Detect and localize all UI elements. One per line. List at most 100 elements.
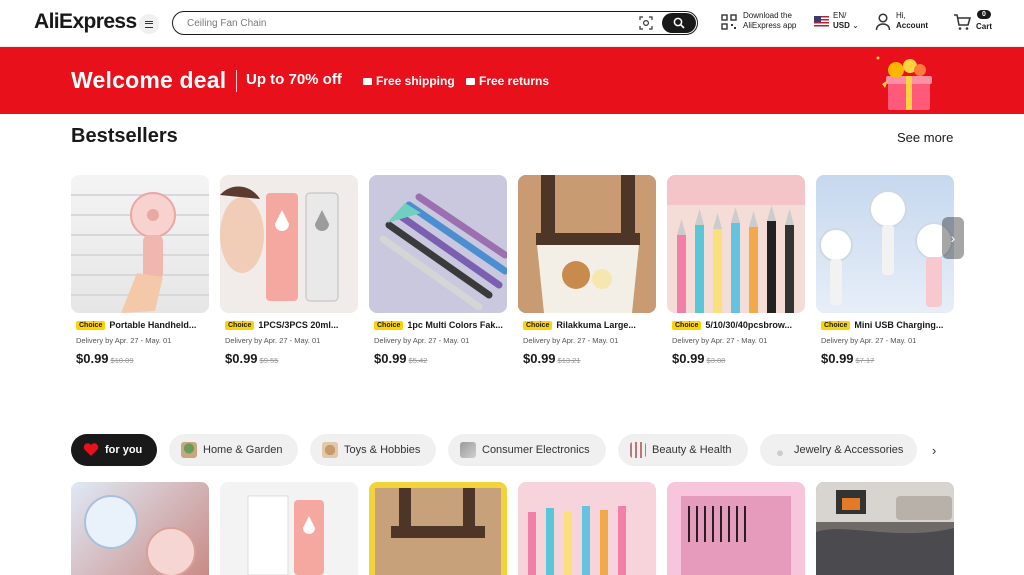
product-title[interactable]: Choice Rilakkuma Large... bbox=[523, 320, 653, 330]
us-flag-icon bbox=[814, 16, 829, 27]
tab-label: Toys & Hobbies bbox=[344, 444, 421, 456]
delivery-estimate: Delivery by Apr. 27 - May. 01 bbox=[374, 336, 470, 345]
product-card[interactable]: Choice 1pc Multi Colors Fak... Delivery b… bbox=[369, 175, 507, 366]
bestsellers-title: Bestsellers bbox=[71, 125, 178, 147]
electronics-icon bbox=[460, 442, 476, 458]
banner-title: Welcome deal bbox=[71, 67, 227, 93]
tab-consumer-electronics[interactable]: Consumer Electronics bbox=[448, 434, 606, 466]
current-price: $0.99 bbox=[76, 351, 109, 366]
tab-label: Jewelry & Accessories bbox=[794, 444, 904, 456]
cart-count-badge: 0 bbox=[977, 10, 991, 19]
product-price: $0.99 $3.88 bbox=[672, 351, 725, 366]
product-title[interactable]: Choice Mini USB Charging... bbox=[821, 320, 951, 330]
product-image[interactable] bbox=[667, 175, 805, 313]
free-returns-label: Free returns bbox=[479, 74, 550, 88]
product-card[interactable]: Choice Mini USB Charging... Delivery by A… bbox=[816, 175, 954, 366]
welcome-deal-banner[interactable]: Welcome deal Up to 70% off Free shipping… bbox=[0, 47, 1024, 114]
cart-icon[interactable] bbox=[953, 13, 971, 31]
top-header: AliExpress Download the AliExpress app E… bbox=[0, 0, 1024, 47]
tab-home-garden[interactable]: Home & Garden bbox=[169, 434, 298, 466]
menu-icon[interactable] bbox=[139, 14, 159, 34]
qr-code-icon[interactable] bbox=[721, 14, 737, 30]
search-bar bbox=[172, 11, 698, 35]
tabs-next-arrow-icon[interactable]: › bbox=[932, 443, 936, 458]
tab-for-you[interactable]: for you bbox=[71, 434, 157, 466]
tab-label: Home & Garden bbox=[203, 444, 283, 456]
product-image[interactable] bbox=[71, 175, 209, 313]
choice-badge: Choice bbox=[672, 320, 702, 330]
image-search-icon[interactable] bbox=[639, 16, 653, 30]
product-price: $0.99 $10.09 bbox=[76, 351, 134, 366]
handheld-fan-image bbox=[71, 192, 209, 313]
product-card[interactable]: Choice Rilakkuma Large... Delivery by Apr… bbox=[518, 175, 656, 366]
choice-badge: Choice bbox=[821, 320, 851, 330]
grid-product-image[interactable] bbox=[518, 482, 656, 575]
free-shipping-label: Free shipping bbox=[376, 74, 455, 88]
search-input[interactable] bbox=[187, 15, 627, 31]
choice-badge: Choice bbox=[374, 320, 404, 330]
account-greeting: Hi, bbox=[896, 11, 906, 20]
product-image[interactable] bbox=[369, 175, 507, 313]
app-line-1: Download the bbox=[743, 11, 792, 20]
delivery-estimate: Delivery by Apr. 27 - May. 01 bbox=[225, 336, 321, 345]
product-price: $0.99 $5.42 bbox=[374, 351, 427, 366]
original-price: $10.09 bbox=[110, 356, 134, 365]
product-card[interactable]: Choice Portable Handheld... Delivery by A… bbox=[71, 175, 209, 366]
original-price: $5.42 bbox=[408, 356, 428, 365]
tab-beauty-health[interactable]: Beauty & Health bbox=[618, 434, 748, 466]
product-image[interactable] bbox=[518, 175, 656, 313]
original-price: $3.88 bbox=[706, 356, 726, 365]
product-title[interactable]: Choice 5/10/30/40pcsbrow... bbox=[672, 320, 802, 330]
current-price: $0.99 bbox=[672, 351, 705, 366]
carousel-next-button[interactable]: › bbox=[942, 217, 964, 259]
grid-product-image[interactable] bbox=[667, 482, 805, 575]
search-button[interactable] bbox=[662, 13, 696, 33]
rilakkuma-bag-image bbox=[518, 175, 656, 313]
choice-badge: Choice bbox=[225, 320, 255, 330]
product-image[interactable] bbox=[220, 175, 358, 313]
brow-razors-image bbox=[667, 175, 805, 313]
product-name: 5/10/30/40pcsbrow... bbox=[705, 320, 793, 330]
nano-mister-image bbox=[220, 186, 339, 302]
cart-label[interactable]: Cart bbox=[976, 22, 992, 31]
current-price: $0.99 bbox=[374, 351, 407, 366]
necklace-icon bbox=[772, 442, 788, 458]
tab-label: Consumer Electronics bbox=[482, 444, 590, 456]
bag-product-image bbox=[375, 488, 501, 575]
product-title[interactable]: Choice 1pc Multi Colors Fak... bbox=[374, 320, 504, 330]
tab-toys-hobbies[interactable]: Toys & Hobbies bbox=[310, 434, 436, 466]
user-icon[interactable] bbox=[875, 13, 891, 31]
product-card[interactable]: Choice 1PCS/3PCS 20ml... Delivery by Apr.… bbox=[220, 175, 358, 366]
delivery-estimate: Delivery by Apr. 27 - May. 01 bbox=[523, 336, 619, 345]
grid-product-image[interactable] bbox=[369, 482, 507, 575]
grid-product-image[interactable] bbox=[71, 482, 209, 575]
current-price: $0.99 bbox=[821, 351, 854, 366]
language-currency-selector[interactable]: EN/ USD ⌄ bbox=[833, 11, 859, 31]
tab-label: for you bbox=[105, 444, 143, 456]
aliexpress-logo[interactable]: AliExpress bbox=[34, 10, 137, 34]
delivery-estimate: Delivery by Apr. 27 - May. 01 bbox=[76, 336, 172, 345]
tab-jewelry-accessories[interactable]: Jewelry & Accessories bbox=[760, 434, 917, 466]
chevron-right-icon: › bbox=[950, 230, 956, 246]
tab-label: Beauty & Health bbox=[652, 444, 732, 456]
grid-product-image[interactable] bbox=[220, 482, 358, 575]
language-label: EN/ bbox=[833, 11, 847, 20]
product-name: 1pc Multi Colors Fak... bbox=[407, 320, 503, 330]
account-link[interactable]: Hi, Account bbox=[896, 11, 928, 31]
product-image[interactable] bbox=[816, 175, 954, 313]
product-title[interactable]: Choice 1PCS/3PCS 20ml... bbox=[225, 320, 355, 330]
fan-product-image bbox=[84, 495, 196, 575]
grid-product-image[interactable] bbox=[816, 482, 954, 575]
product-name: Portable Handheld... bbox=[109, 320, 197, 330]
product-title[interactable]: Choice Portable Handheld... bbox=[76, 320, 206, 330]
download-app-link[interactable]: Download the AliExpress app bbox=[743, 11, 796, 31]
currency-label: USD bbox=[833, 21, 850, 30]
app-line-2: AliExpress app bbox=[743, 21, 797, 30]
see-more-link[interactable]: See more bbox=[897, 130, 953, 145]
original-price: $7.17 bbox=[855, 356, 875, 365]
mini-usb-fan-image bbox=[819, 190, 953, 307]
free-returns-feature: Free returns bbox=[466, 74, 549, 88]
mister-box-image bbox=[247, 495, 324, 575]
product-card[interactable]: Choice 5/10/30/40pcsbrow... Delivery by A… bbox=[667, 175, 805, 366]
product-price: $0.99 $9.55 bbox=[225, 351, 278, 366]
